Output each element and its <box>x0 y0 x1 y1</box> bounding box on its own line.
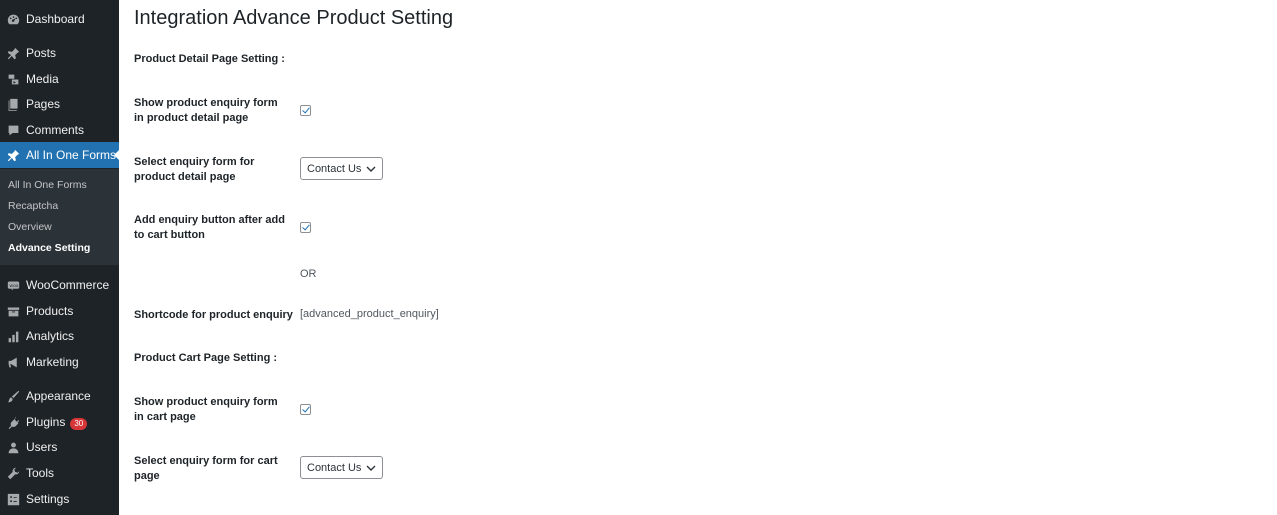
menu-item-pages[interactable]: Pages <box>0 91 119 117</box>
pin-icon <box>0 40 26 66</box>
menu-label: Settings <box>26 492 70 506</box>
submenu-item-recaptcha[interactable]: Recaptcha <box>8 200 58 212</box>
media-icon <box>0 66 26 92</box>
svg-text:woo: woo <box>9 284 18 289</box>
wrench-icon <box>0 460 26 486</box>
label-show-enquiry-form-cart: Show product enquiry form in cart page <box>134 396 278 423</box>
submenu-item-all-in-one-forms[interactable]: All In One Forms <box>8 179 87 191</box>
menu-label: Users <box>26 440 58 454</box>
menu-item-plugins[interactable]: Plugins 30 <box>0 409 119 435</box>
section-heading-product-cart: Product Cart Page Setting : <box>134 352 278 364</box>
menu-item-posts[interactable]: Posts <box>0 40 119 66</box>
checkbox-show-enquiry-form-cart[interactable] <box>300 404 311 415</box>
chart-icon <box>0 323 26 349</box>
menu-label: Products <box>26 304 74 318</box>
select-value: Contact Us <box>307 461 362 474</box>
update-count-badge: 30 <box>70 417 88 430</box>
select-enquiry-form-detail[interactable]: Contact Us <box>300 157 383 180</box>
menu-item-settings[interactable]: Settings <box>0 486 119 512</box>
label-shortcode: Shortcode for product enquiry <box>134 309 293 321</box>
menu-item-comments[interactable]: Comments <box>0 117 119 143</box>
main-content: Integration Advance Product Setting Prod… <box>134 0 1264 515</box>
menu-label: Media <box>26 72 59 86</box>
menu-item-products[interactable]: Products <box>0 298 119 324</box>
menu-label: Appearance <box>26 389 91 403</box>
section-heading-product-detail: Product Detail Page Setting : <box>134 53 285 65</box>
page-title: Integration Advance Product Setting <box>134 7 454 29</box>
woo-icon: woo <box>0 272 26 298</box>
menu-item-marketing[interactable]: Marketing <box>0 349 119 375</box>
menu-label: Dashboard <box>26 12 85 26</box>
menu-label: Comments <box>26 123 85 137</box>
menu-label: Plugins 30 <box>26 414 88 430</box>
menu-label: WooCommerce <box>26 278 110 292</box>
pin-icon <box>0 142 26 168</box>
menu-item-media[interactable]: Media <box>0 66 119 92</box>
chevron-down-icon <box>366 465 376 471</box>
submenu: All In One Forms Recaptcha Overview Adva… <box>0 169 119 265</box>
settings-icon <box>0 486 26 512</box>
menu-label: Tools <box>26 466 55 480</box>
submenu-item-advance-setting[interactable]: Advance Setting <box>8 242 90 254</box>
menu-label: All In One Forms <box>26 148 117 162</box>
checkbox-add-enquiry-button[interactable] <box>300 222 311 233</box>
menu-label: Pages <box>26 97 61 111</box>
dashboard-icon <box>0 6 26 32</box>
label-add-enquiry-button: Add enquiry button after add to cart but… <box>134 214 285 241</box>
archive-icon <box>0 298 26 324</box>
submenu-item-overview[interactable]: Overview <box>8 221 52 233</box>
plugins-label: Plugins <box>26 414 66 429</box>
or-text: OR <box>300 268 317 280</box>
menu-item-all-in-one-forms[interactable]: All In One Forms <box>0 142 119 168</box>
menu-label: Posts <box>26 46 57 60</box>
chevron-down-icon <box>366 166 376 172</box>
plugin-icon <box>0 409 26 435</box>
label-show-enquiry-form-detail: Show product enquiry form in product det… <box>134 97 278 124</box>
label-select-enquiry-form-cart: Select enquiry form for cart page <box>134 455 278 482</box>
brush-icon <box>0 383 26 409</box>
menu-item-users[interactable]: Users <box>0 434 119 460</box>
pages-icon <box>0 91 26 117</box>
user-icon <box>0 434 26 460</box>
menu-item-appearance[interactable]: Appearance <box>0 383 119 409</box>
menu-item-dashboard[interactable]: Dashboard <box>0 6 119 32</box>
select-enquiry-form-cart[interactable]: Contact Us <box>300 456 383 479</box>
menu-label: Marketing <box>26 355 79 369</box>
menu-item-analytics[interactable]: Analytics <box>0 323 119 349</box>
select-value: Contact Us <box>307 162 362 175</box>
menu-item-tools[interactable]: Tools <box>0 460 119 486</box>
menu-item-woocommerce[interactable]: woo WooCommerce <box>0 272 119 298</box>
admin-sidebar: Dashboard Posts Media Pages Comments All… <box>0 0 119 515</box>
menu-label: Analytics <box>26 329 75 343</box>
megaphone-icon <box>0 349 26 375</box>
comments-icon <box>0 117 26 143</box>
checkbox-show-enquiry-form-detail[interactable] <box>300 105 311 116</box>
shortcode-value: [advanced_product_enquiry] <box>300 308 439 320</box>
label-select-enquiry-form-detail: Select enquiry form for product detail p… <box>134 156 255 183</box>
